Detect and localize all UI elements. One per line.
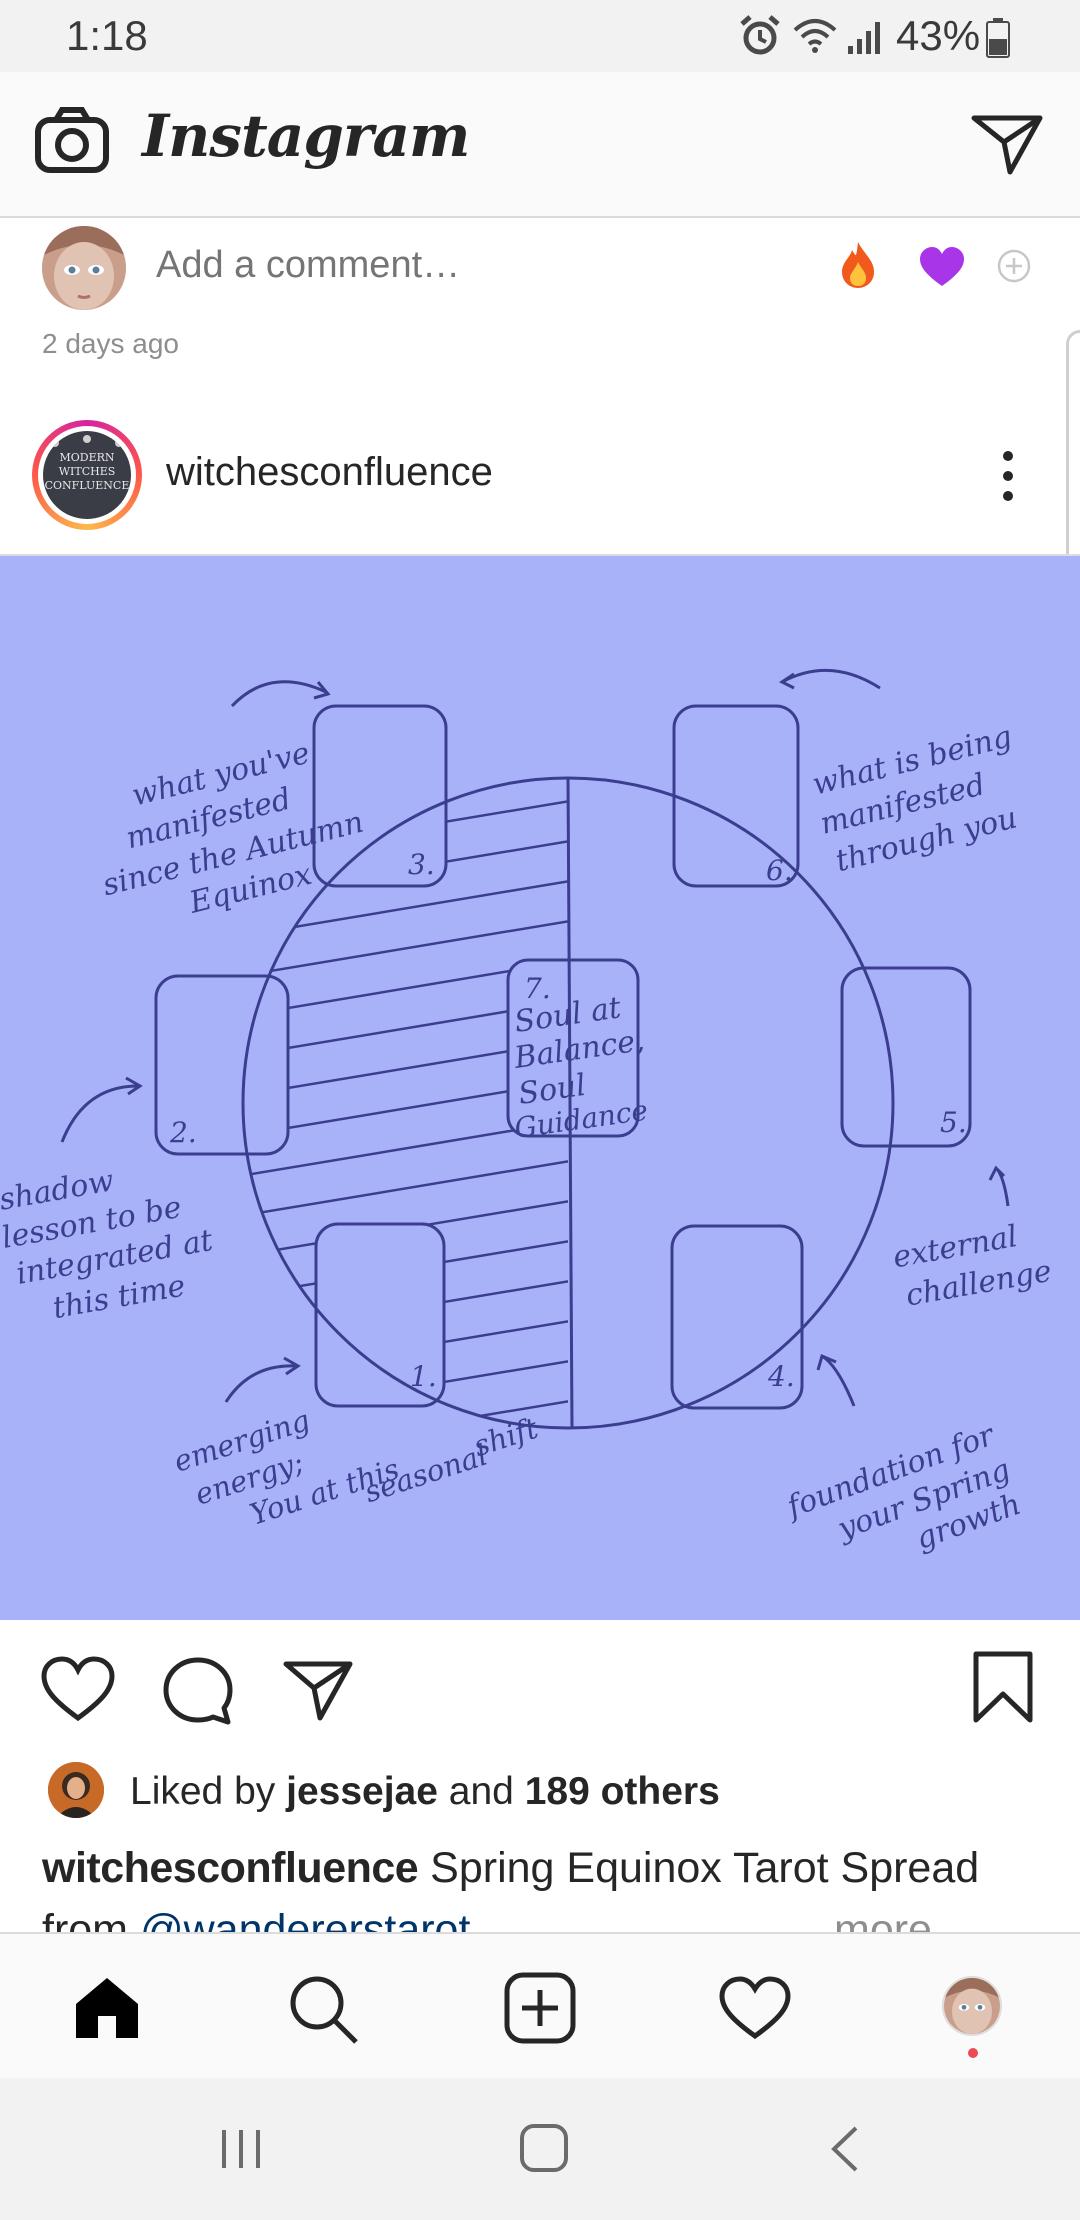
liker-avatar[interactable] <box>48 1762 104 1818</box>
more-options-icon[interactable] <box>996 448 1020 504</box>
wifi-icon <box>793 19 837 53</box>
liked-by-others-count[interactable]: 189 others <box>525 1770 720 1813</box>
like-heart-icon[interactable] <box>40 1656 116 1724</box>
caption-username[interactable]: witchesconfluence <box>42 1844 419 1892</box>
save-bookmark-icon[interactable] <box>970 1650 1036 1726</box>
card-number-6: 6. <box>766 854 793 887</box>
profile-face-picture <box>944 1978 1000 2034</box>
post-caption-continued: from @wandererstarot more <box>42 1902 1052 1932</box>
notification-dot <box>968 2048 978 2058</box>
app-header: Instagram <box>0 72 1080 218</box>
post-action-row <box>0 1620 1080 1754</box>
signal-icon <box>848 22 880 54</box>
back-icon[interactable] <box>826 2124 862 2174</box>
direct-message-icon[interactable] <box>970 110 1044 176</box>
caption-text: Spring Equinox Tarot Spread <box>430 1844 980 1892</box>
home-button-icon[interactable] <box>518 2122 570 2174</box>
caption-from: from <box>42 1906 128 1932</box>
card-number-2: 2. <box>169 1116 197 1149</box>
comment-input[interactable] <box>156 244 756 287</box>
card-number-1: 1. <box>410 1360 437 1393</box>
card-note: shift <box>469 1411 542 1464</box>
home-icon[interactable] <box>72 1974 142 2042</box>
search-icon[interactable] <box>286 1972 360 2046</box>
avatar-text-line: WITCHES <box>58 465 116 478</box>
comment-bubble-icon[interactable] <box>162 1656 234 1726</box>
camera-icon[interactable] <box>34 106 110 174</box>
post-author-avatar: MODERN WITCHES CONFLUENCE <box>43 431 131 519</box>
avatar-text-line: CONFLUENCE <box>44 479 130 492</box>
liked-by-and: and <box>448 1770 514 1813</box>
alarm-icon <box>740 15 780 55</box>
recent-apps-icon[interactable] <box>218 2126 264 2172</box>
liked-by-prefix: Liked by <box>130 1770 276 1813</box>
activity-heart-icon[interactable] <box>718 1976 792 2042</box>
post-author-avatar-ring[interactable]: MODERN WITCHES CONFLUENCE <box>32 420 142 530</box>
current-user-avatar <box>42 226 126 310</box>
profile-tab-avatar[interactable] <box>942 1976 1002 2036</box>
bottom-navigation <box>0 1932 1080 2078</box>
share-icon[interactable] <box>282 1658 354 1722</box>
face-picture <box>42 226 126 310</box>
post-caption: witchesconfluence Spring Equinox Tarot S… <box>42 1840 1052 1896</box>
battery-icon <box>986 18 1010 58</box>
new-post-icon[interactable] <box>504 1972 576 2044</box>
purple-heart-emoji-button[interactable] <box>918 246 966 288</box>
app-logo: Instagram <box>142 102 470 170</box>
status-bar: 1:18 43% <box>0 0 1080 72</box>
battery-percent: 43% <box>896 12 981 59</box>
card-note: seasonal <box>360 1438 491 1510</box>
card-number-4: 4. <box>767 1360 795 1393</box>
card-number-5: 5. <box>940 1106 967 1139</box>
system-navigation-bar <box>0 2078 1080 2220</box>
caption-more-link[interactable]: more <box>834 1902 932 1932</box>
caption-mention-link[interactable]: @wandererstarot <box>140 1906 470 1932</box>
tarot-spread-drawing: 3. 6. 2. 5. 1. 4. 7. Soul at Balance, So… <box>0 668 1054 1557</box>
post-author-username[interactable]: witchesconfluence <box>166 450 493 495</box>
status-time: 1:18 <box>66 12 148 59</box>
fire-emoji-button[interactable] <box>838 240 878 290</box>
liked-by-summary[interactable]: Liked by jessejae and 189 others <box>130 1770 720 1814</box>
card-number-3: 3. <box>408 848 435 881</box>
add-reaction-icon[interactable] <box>996 248 1032 284</box>
avatar-text-line: MODERN <box>59 451 115 464</box>
post-image[interactable]: 3. 6. 2. 5. 1. 4. 7. Soul at Balance, So… <box>0 554 1080 1620</box>
liker-face-picture <box>48 1762 104 1818</box>
liked-by-username[interactable]: jessejae <box>286 1770 438 1813</box>
previous-post-time: 2 days ago <box>42 328 179 359</box>
